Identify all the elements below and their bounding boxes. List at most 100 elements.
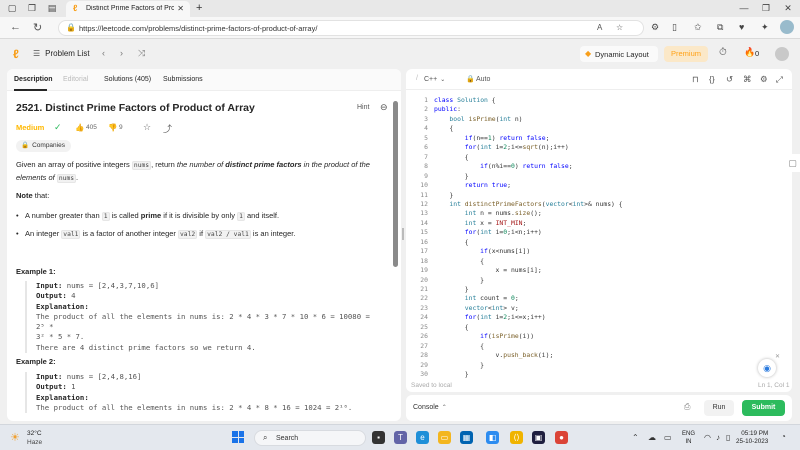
code-line[interactable]: 14 int x = INT_MIN; xyxy=(406,219,792,228)
code-area[interactable]: 1 class Solution {2 public: 3 bool isPrime(… xyxy=(406,96,792,379)
code-line[interactable]: 26 if(isPrime(i)) xyxy=(406,332,792,341)
code-line[interactable]: 3 bool isPrime(int n) xyxy=(406,115,792,124)
tray-chevron-icon[interactable]: ⌃ xyxy=(632,433,639,442)
code-line[interactable]: 25 { xyxy=(406,323,792,332)
refresh-icon[interactable]: ↻ xyxy=(33,21,42,34)
favorite-icon[interactable]: ☆ xyxy=(143,122,151,133)
companies-tag[interactable]: 🔒 Companies xyxy=(16,140,71,152)
notifications-icon[interactable]: ◔ xyxy=(781,432,786,441)
url-input[interactable]: 🔒 https://leetcode.com/problems/distinct… xyxy=(58,20,644,36)
streak-fire-icon[interactable]: 🔥 xyxy=(744,47,755,58)
battery-icon[interactable]: ▭ xyxy=(664,433,672,442)
favorites-icon[interactable]: ✩ xyxy=(694,22,702,33)
code-line[interactable]: 4 { xyxy=(406,124,792,133)
new-tab-icon[interactable]: + xyxy=(196,2,202,14)
chat-button-icon[interactable]: ◉ xyxy=(758,359,776,377)
wifi-icon[interactable]: ◠ xyxy=(704,433,711,442)
favorite-star-icon[interactable]: ☆ xyxy=(616,23,623,32)
chrome-icon[interactable]: ● xyxy=(555,431,568,444)
code-line[interactable]: 23 vector<int> v; xyxy=(406,304,792,313)
code-line[interactable]: 13 int n = nums.size(); xyxy=(406,209,792,218)
reset-code-icon[interactable]: ↺ xyxy=(726,74,733,85)
code-line[interactable]: 8 if(n%i==0) return false; xyxy=(406,162,792,171)
run-button[interactable]: Run xyxy=(704,400,734,416)
dynamic-layout-button[interactable]: ◆ Dynamic Layout xyxy=(580,46,658,62)
copilot-icon[interactable]: ✦ xyxy=(761,22,769,33)
code-line[interactable]: 16 { xyxy=(406,238,792,247)
edge-icon[interactable]: e xyxy=(416,431,429,444)
vscode-icon[interactable]: ⟨⟩ xyxy=(510,431,523,444)
settings-gear-icon[interactable]: ⚙ xyxy=(760,74,768,85)
code-line[interactable]: 15 for(int i=0;i<n;i++) xyxy=(406,228,792,237)
leetcode-logo-icon[interactable]: ℓ xyxy=(13,47,19,61)
weather-sun-icon[interactable]: ☀ xyxy=(10,431,20,444)
code-line[interactable]: 12 int distinctPrimeFactors(vector<int>&… xyxy=(406,200,792,209)
profile-icon[interactable]: ▢ xyxy=(6,2,18,14)
tab-actions-icon[interactable]: ▤ xyxy=(46,2,58,14)
store-icon[interactable]: ▦ xyxy=(460,431,473,444)
drag-handle-icon[interactable]: / xyxy=(416,75,418,82)
browser-avatar[interactable] xyxy=(780,20,794,34)
code-line[interactable]: 22 int count = 0; xyxy=(406,294,792,303)
hint-button[interactable]: Hint xyxy=(357,104,369,111)
split-screen-icon[interactable]: ▯ xyxy=(672,22,677,33)
minimize-icon[interactable]: — xyxy=(738,2,750,14)
file-explorer-icon[interactable]: ▭ xyxy=(438,431,451,444)
premium-button[interactable]: Premium xyxy=(664,46,708,62)
task-view-icon[interactable]: ▪ xyxy=(372,431,385,444)
language-indicator[interactable]: ENG IN xyxy=(682,430,695,446)
problem-title[interactable]: 2521. Distinct Prime Factors of Product … xyxy=(16,102,255,114)
code-line[interactable]: 28 v.push_back(i); xyxy=(406,351,792,360)
more-icon[interactable]: ⊖ xyxy=(380,102,388,113)
code-line[interactable]: 21 } xyxy=(406,285,792,294)
code-line[interactable]: 7 { xyxy=(406,153,792,162)
tab-solutions[interactable]: Solutions (405) xyxy=(104,76,151,83)
fullscreen-icon[interactable]: ⤢ xyxy=(776,74,783,85)
terminal-icon[interactable]: ▣ xyxy=(532,431,545,444)
browser-essentials-icon[interactable]: ♥ xyxy=(739,22,744,32)
shuffle-icon[interactable]: ⤨ xyxy=(138,48,145,59)
code-line[interactable]: 19 x = nums[i]; xyxy=(406,266,792,275)
code-line[interactable]: 1 class Solution { xyxy=(406,96,792,105)
auto-mode[interactable]: Auto xyxy=(476,76,490,83)
read-aloud-icon[interactable]: A xyxy=(597,23,602,32)
panel-resize-handle[interactable] xyxy=(402,228,404,240)
teams-icon[interactable]: T xyxy=(394,431,407,444)
restore-icon[interactable]: ❐ xyxy=(760,2,772,14)
extensions-icon[interactable]: ⚙ xyxy=(651,22,659,33)
windows-start-icon[interactable] xyxy=(232,431,244,443)
tab-submissions[interactable]: Submissions xyxy=(163,76,203,83)
collections-icon[interactable]: ⧉ xyxy=(717,22,723,33)
taskbar-search[interactable]: ⌕ Search xyxy=(254,430,366,446)
submit-button[interactable]: Submit xyxy=(742,400,785,416)
dislike-icon[interactable]: 👎 xyxy=(108,123,117,132)
volume-icon[interactable]: ♪ xyxy=(716,433,720,442)
code-line[interactable]: 30 } xyxy=(406,370,792,379)
code-line[interactable]: 17 if(x<nums[i]) xyxy=(406,247,792,256)
code-line[interactable]: 27 { xyxy=(406,342,792,351)
app-icon[interactable]: ◧ xyxy=(486,431,499,444)
chat-close-icon[interactable]: ✕ xyxy=(775,353,780,360)
battery-status-icon[interactable]: ▯ xyxy=(726,433,730,442)
code-line[interactable]: 24 for(int i=2;i<=x;i++) xyxy=(406,313,792,322)
like-icon[interactable]: 👍 xyxy=(75,123,84,132)
format-code-icon[interactable]: {} xyxy=(709,74,715,84)
window-close-icon[interactable]: ✕ xyxy=(782,2,794,14)
code-line[interactable]: 9 } xyxy=(406,172,792,181)
tab-close-icon[interactable]: ✕ xyxy=(177,4,184,13)
onedrive-icon[interactable]: ☁ xyxy=(648,433,656,442)
code-line[interactable]: 2 public: xyxy=(406,105,792,114)
timer-icon[interactable]: ⏱ xyxy=(719,47,727,58)
back-icon[interactable]: ← xyxy=(10,21,21,33)
code-line[interactable]: 18 { xyxy=(406,257,792,266)
bookmark-icon[interactable]: ⊓ xyxy=(692,74,699,85)
tab-editorial[interactable]: Editorial xyxy=(63,76,88,83)
workspaces-icon[interactable]: ❐ xyxy=(26,2,38,14)
code-line[interactable]: 11 } xyxy=(406,191,792,200)
code-line[interactable]: 10 return true; xyxy=(406,181,792,190)
system-clock[interactable]: 05:19 PM 25-10-2023 xyxy=(736,430,768,446)
upload-icon[interactable]: ⎙ xyxy=(684,402,690,412)
browser-tab[interactable]: ℓ Distinct Prime Factors of Product ✕ xyxy=(66,1,190,17)
prev-problem-icon[interactable]: ‹ xyxy=(102,48,105,58)
console-toggle[interactable]: Console ⌃ xyxy=(413,404,447,411)
